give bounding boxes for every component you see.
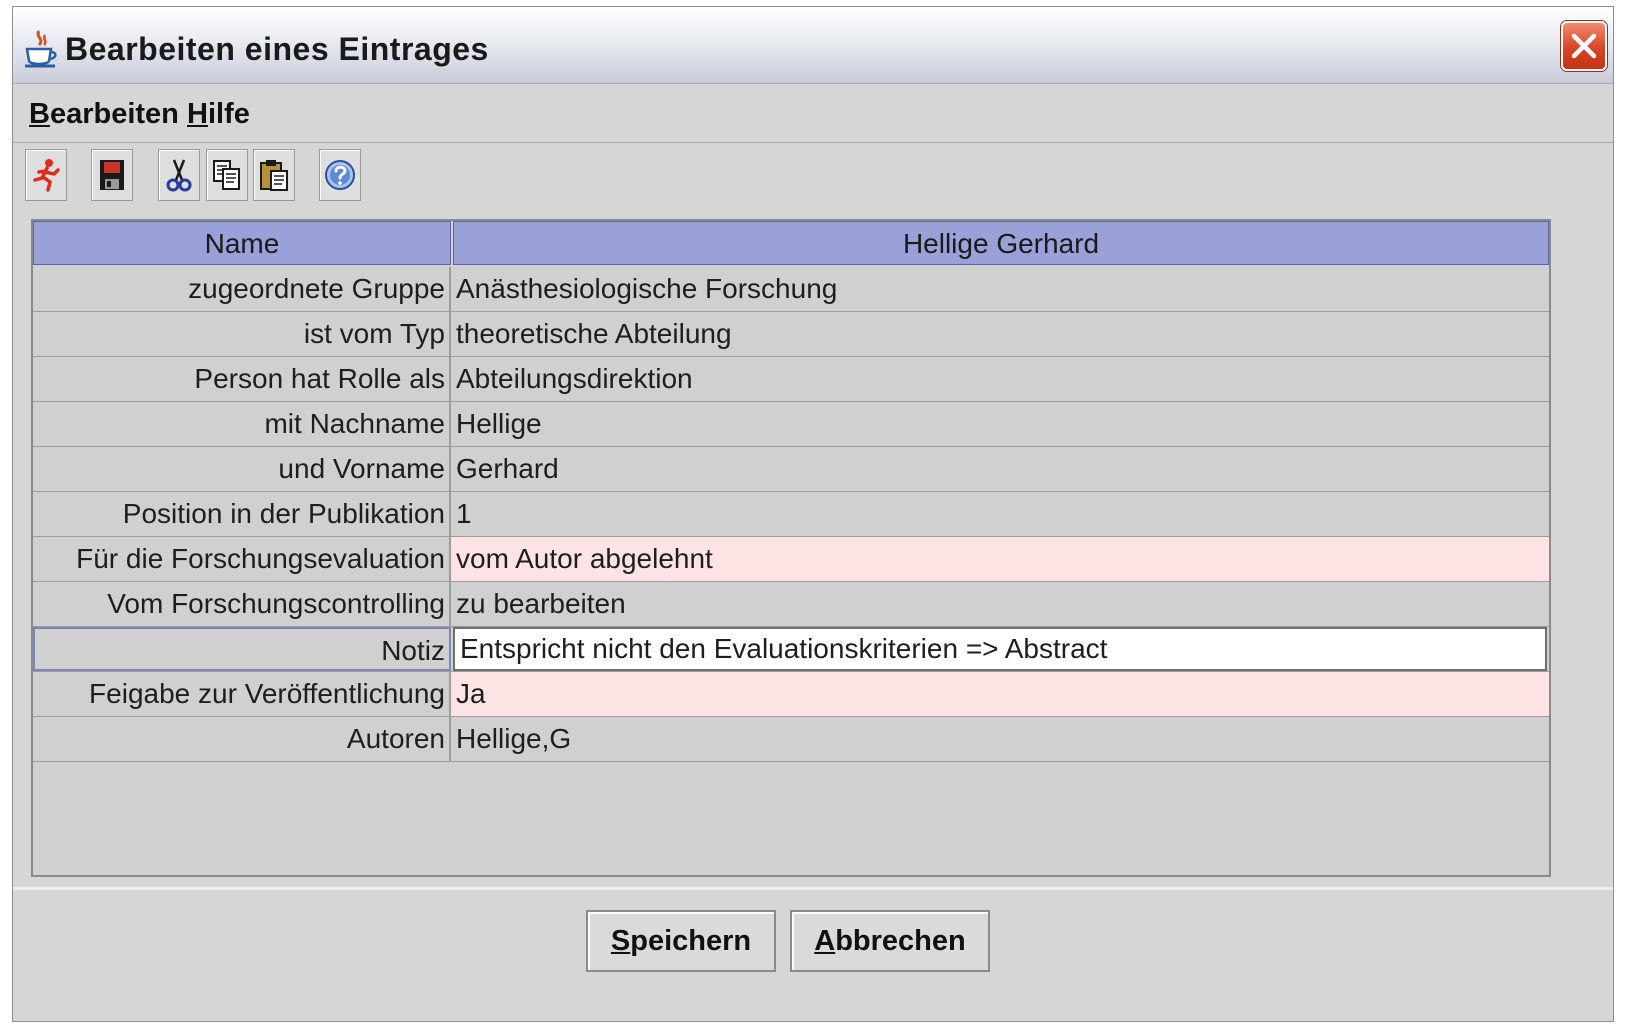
row-label: Notiz [33, 627, 451, 671]
notiz-edit-field[interactable]: Entspricht nicht den Evaluationskriterie… [453, 627, 1547, 671]
help-button[interactable] [319, 149, 361, 201]
save-toolbar-button[interactable] [91, 149, 133, 201]
table-row[interactable]: mit Nachname Hellige [33, 402, 1549, 447]
close-button[interactable] [1561, 21, 1607, 71]
row-value[interactable]: Hellige [451, 402, 1549, 446]
row-value[interactable]: Abteilungsdirektion [451, 357, 1549, 401]
table-row[interactable]: Vom Forschungscontrolling zu bearbeiten [33, 582, 1549, 627]
row-value[interactable]: Ja [451, 672, 1549, 716]
exit-icon [33, 159, 60, 192]
toolbar [13, 143, 1613, 213]
dialog-window: Bearbeiten eines Eintrages Bearbeiten Hi… [12, 6, 1614, 1022]
button-panel: Speichern Abbrechen [13, 887, 1613, 1021]
row-label: und Vorname [33, 447, 451, 491]
table-row[interactable]: ist vom Typ theoretische Abteilung [33, 312, 1549, 357]
row-value[interactable]: theoretische Abteilung [451, 312, 1549, 356]
row-label: Für die Forschungsevaluation [33, 537, 451, 581]
row-value[interactable]: Anästhesiologische Forschung [451, 267, 1549, 311]
cancel-button[interactable]: Abbrechen [790, 910, 990, 972]
row-label: Vom Forschungscontrolling [33, 582, 451, 626]
paste-button[interactable] [253, 149, 295, 201]
menu-bar: Bearbeiten Hilfe [13, 84, 1613, 143]
exit-button[interactable] [25, 149, 67, 201]
header-value[interactable]: Hellige Gerhard [453, 221, 1549, 265]
window-title: Bearbeiten eines Eintrages [65, 31, 489, 67]
row-label: Autoren [33, 717, 451, 761]
row-label: mit Nachname [33, 402, 451, 446]
copy-button[interactable] [206, 149, 248, 201]
row-label: zugeordnete Gruppe [33, 267, 451, 311]
row-value[interactable]: 1 [451, 492, 1549, 536]
row-label: Position in der Publikation [33, 492, 451, 536]
row-value[interactable]: vom Autor abgelehnt [451, 537, 1549, 581]
properties-table: Name Hellige Gerhard zugeordnete Gruppe … [31, 219, 1551, 877]
table-row[interactable]: Person hat Rolle als Abteilungsdirektion [33, 357, 1549, 402]
copy-icon [213, 160, 240, 190]
title-bar[interactable]: Bearbeiten eines Eintrages [13, 7, 1613, 84]
table-header: Name Hellige Gerhard [33, 221, 1549, 267]
row-value[interactable]: Hellige,G [451, 717, 1549, 761]
help-icon [325, 160, 355, 190]
row-value[interactable]: Gerhard [451, 447, 1549, 491]
cut-icon [166, 159, 192, 192]
table-row[interactable]: Autoren Hellige,G [33, 717, 1549, 762]
row-label: ist vom Typ [33, 312, 451, 356]
cut-button[interactable] [158, 149, 200, 201]
table-row-selected[interactable]: Notiz Entspricht nicht den Evaluationskr… [33, 627, 1549, 672]
row-label: Person hat Rolle als [33, 357, 451, 401]
paste-icon [260, 160, 288, 191]
row-label: Feigabe zur Veröffentlichung [33, 672, 451, 716]
header-name[interactable]: Name [33, 221, 451, 265]
row-value[interactable]: zu bearbeiten [451, 582, 1549, 626]
table-row[interactable]: und Vorname Gerhard [33, 447, 1549, 492]
menu-bearbeiten[interactable]: Bearbeiten [29, 98, 179, 131]
java-cup-icon [25, 30, 57, 68]
table-row[interactable]: Position in der Publikation 1 [33, 492, 1549, 537]
table-row[interactable]: Für die Forschungsevaluation vom Autor a… [33, 537, 1549, 582]
save-button[interactable]: Speichern [586, 910, 776, 972]
table-row[interactable]: Feigabe zur Veröffentlichung Ja [33, 672, 1549, 717]
close-icon [1571, 33, 1597, 59]
save-icon [100, 160, 124, 190]
table-row[interactable]: zugeordnete Gruppe Anästhesiologische Fo… [33, 267, 1549, 312]
menu-hilfe[interactable]: Hilfe [187, 98, 250, 131]
